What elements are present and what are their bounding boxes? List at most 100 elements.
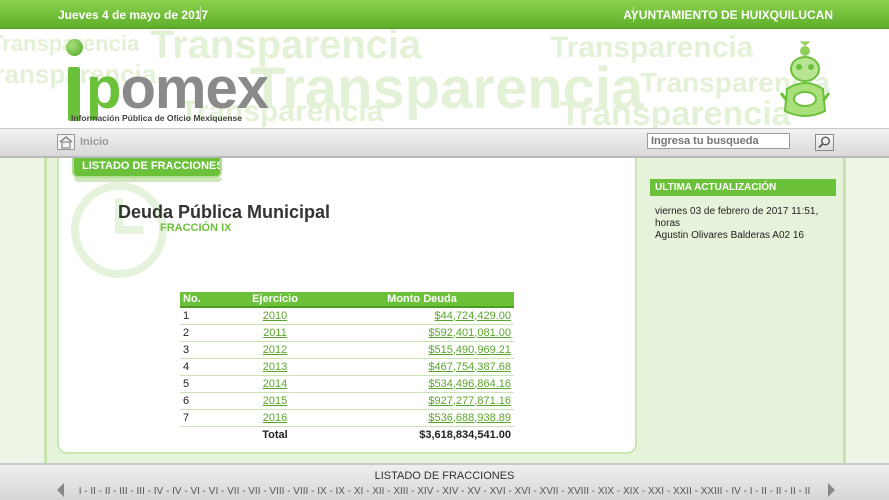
fraction-link[interactable]: XIX	[598, 486, 614, 497]
column-header-amount: Monto Deuda	[330, 292, 514, 308]
fraction-separator: -	[408, 486, 418, 497]
amount-link[interactable]: $515,490,969.21	[428, 344, 511, 356]
table-row: 1 2010 $44,724,429.00	[180, 307, 514, 325]
column-header-year: Ejercicio	[220, 292, 330, 308]
top-bar: Jueves 4 de mayo de 2017 AYUNTAMIENTO DE…	[0, 0, 889, 29]
amount-link[interactable]: $44,724,429.00	[435, 310, 511, 322]
fraction-link[interactable]: VI	[190, 486, 199, 497]
fraction-link[interactable]: IV	[172, 486, 181, 497]
fraction-separator: -	[95, 486, 105, 497]
fraction-link[interactable]: XIV	[442, 486, 458, 497]
fraction-link[interactable]: XVII	[540, 486, 559, 497]
fraction-separator: -	[458, 486, 468, 497]
amount-link[interactable]: $927,277,871.16	[428, 395, 511, 407]
debt-table: No. Ejercicio Monto Deuda 1 2010 $44,724…	[180, 292, 514, 443]
fraction-link[interactable]: VIII	[269, 486, 284, 497]
fraction-separator: -	[480, 486, 490, 497]
search-icon	[818, 136, 830, 149]
fraction-link[interactable]: XV	[467, 486, 480, 497]
year-link[interactable]: 2016	[263, 412, 287, 424]
site-logo[interactable]: pomex	[86, 56, 269, 121]
logo-omex: omex	[120, 56, 269, 121]
page-title: Deuda Pública Municipal	[118, 202, 331, 222]
fraction-separator: -	[326, 486, 336, 497]
last-update-author: Agustin Olivares Balderas A02 16	[655, 230, 804, 241]
search-input[interactable]	[647, 133, 790, 149]
table-row: 7 2016 $536,688,938.89	[180, 409, 514, 427]
row-number: 7	[180, 409, 220, 427]
year-link[interactable]: 2010	[263, 310, 287, 322]
row-number: 5	[180, 375, 220, 393]
fraction-separator: -	[766, 486, 776, 497]
search-button[interactable]	[815, 134, 834, 151]
fraction-link[interactable]: XXII	[673, 486, 692, 497]
empty-cell	[180, 425, 220, 443]
fraction-link[interactable]: XVI	[490, 486, 506, 497]
fraction-link[interactable]: XIII	[393, 486, 408, 497]
decorative-clock-watermark-icon	[71, 182, 167, 278]
fraction-link[interactable]: IV	[154, 486, 163, 497]
amount-link[interactable]: $467,754,387.68	[428, 361, 511, 373]
fraction-link[interactable]: XVIII	[567, 486, 589, 497]
row-number: 2	[180, 324, 220, 342]
fraction-link[interactable]: IX	[336, 486, 345, 497]
fraction-link[interactable]: XXI	[648, 486, 664, 497]
year-link[interactable]: 2013	[263, 361, 287, 373]
year-link[interactable]: 2014	[263, 378, 287, 390]
fraction-separator: -	[433, 486, 443, 497]
fraction-link[interactable]: III	[137, 486, 145, 497]
total-label: Total	[220, 425, 330, 443]
year-link[interactable]: 2011	[263, 327, 287, 339]
site-header: Transparencia Transparencia Transparenci…	[0, 29, 889, 128]
year-link[interactable]: 2015	[263, 395, 287, 407]
fraction-link[interactable]: II	[805, 486, 811, 497]
navigation-bar: Inicio	[0, 128, 889, 158]
fraction-separator: -	[639, 486, 648, 497]
fraction-separator: -	[722, 486, 732, 497]
fraction-separator: -	[530, 486, 540, 497]
page-subtitle: FRACCIÓN IX	[160, 222, 232, 234]
footer-title: LISTADO DE FRACCIONES	[374, 470, 515, 482]
fraction-link[interactable]: XXIII	[701, 486, 723, 497]
logo-p: p	[86, 56, 121, 121]
amount-link[interactable]: $592,401,081.00	[428, 327, 511, 339]
municipal-emblem-icon	[779, 41, 831, 117]
fraction-link[interactable]: XVI	[515, 486, 531, 497]
fraction-separator: -	[664, 486, 673, 497]
fraction-link[interactable]: XII	[372, 486, 384, 497]
fraction-separator: -	[614, 486, 623, 497]
fraction-separator: -	[239, 486, 249, 497]
fraction-separator: -	[384, 486, 394, 497]
table-row: 6 2015 $927,277,871.16	[180, 392, 514, 410]
table-row: 3 2012 $515,490,969.21	[180, 341, 514, 359]
table-row: 2 2011 $592,401,081.00	[180, 324, 514, 342]
fraction-separator: -	[558, 486, 568, 497]
fraction-separator: -	[795, 486, 805, 497]
fraction-separator: -	[308, 486, 318, 497]
fraction-separator: -	[284, 486, 294, 497]
fraction-separator: -	[363, 486, 373, 497]
fraction-link[interactable]: III	[119, 486, 127, 497]
amount-link[interactable]: $536,688,938.89	[428, 412, 511, 424]
scroll-right-arrow-icon[interactable]	[828, 483, 835, 497]
row-number: 3	[180, 341, 220, 359]
fraction-link[interactable]: VII	[227, 486, 239, 497]
fraction-links: I - II - II - III - III - IV - IV - VI -…	[0, 486, 889, 497]
fraction-link[interactable]: XIX	[623, 486, 639, 497]
fraction-separator: -	[110, 486, 120, 497]
fraction-separator: -	[691, 486, 701, 497]
fraction-link[interactable]: VIII	[293, 486, 308, 497]
fraction-link[interactable]: VII	[248, 486, 260, 497]
home-icon[interactable]	[57, 134, 75, 150]
amount-link[interactable]: $534,496,864.16	[428, 378, 511, 390]
fraction-link[interactable]: VI	[209, 486, 218, 497]
year-link[interactable]: 2012	[263, 344, 287, 356]
fraction-separator: -	[505, 486, 515, 497]
fraction-link[interactable]: IV	[731, 486, 740, 497]
home-link[interactable]: Inicio	[80, 136, 109, 148]
fraction-link[interactable]: XI	[354, 486, 363, 497]
fraction-separator: -	[163, 486, 173, 497]
fraction-separator: -	[781, 486, 791, 497]
fraction-link[interactable]: XIV	[417, 486, 433, 497]
fraction-link[interactable]: IX	[317, 486, 326, 497]
